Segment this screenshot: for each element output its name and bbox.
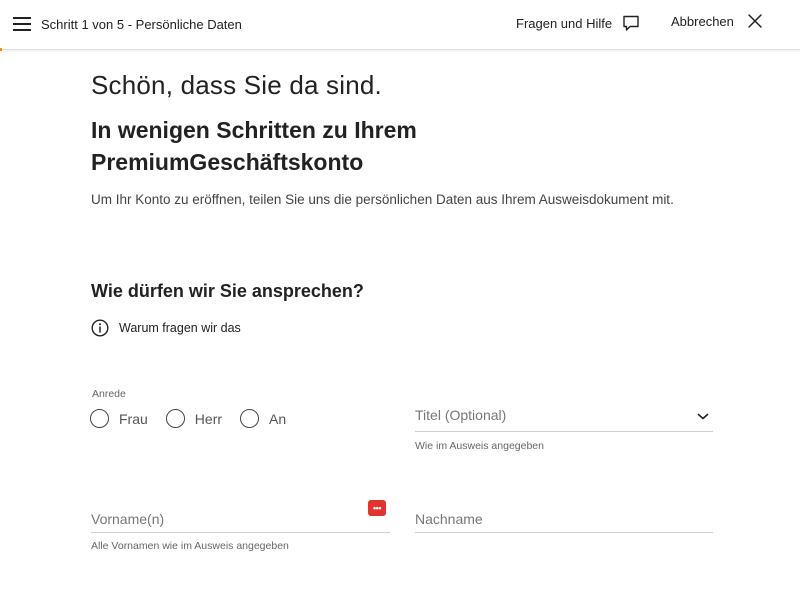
radio-label: An <box>269 410 287 427</box>
salutation-option-herr[interactable]: Herr <box>165 409 223 428</box>
close-icon <box>748 14 762 28</box>
step-title: Schritt 1 von 5 - Persönliche Daten <box>41 17 242 32</box>
last-name-input[interactable] <box>415 508 713 530</box>
first-name-field <box>91 508 390 533</box>
menu-line <box>13 29 31 31</box>
salutation-option-frau[interactable]: Frau <box>90 409 148 428</box>
radio-circle[interactable] <box>165 409 185 428</box>
radio-label: Frau <box>119 410 148 427</box>
help-link[interactable]: Fragen und Hilfe <box>516 14 640 32</box>
first-name-input[interactable] <box>91 508 390 530</box>
cancel-link[interactable]: Abbrechen <box>671 13 763 29</box>
salutation-radio-group: Frau Herr An <box>90 409 304 428</box>
hamburger-menu-icon[interactable] <box>13 16 31 32</box>
title-select[interactable]: Titel (Optional) <box>415 407 713 432</box>
last-name-field <box>415 508 713 533</box>
title-select-placeholder: Titel (Optional) <box>415 407 507 423</box>
why-ask-label: Warum fragen wir das <box>119 321 241 335</box>
help-label: Fragen und Hilfe <box>516 15 613 31</box>
radio-circle[interactable] <box>240 409 260 428</box>
top-bar: Schritt 1 von 5 - Persönliche Daten Frag… <box>0 0 800 50</box>
intro-text: Um Ihr Konto zu eröffnen, teilen Sie uns… <box>91 192 674 207</box>
chevron-down-icon <box>697 413 709 420</box>
title-hint: Wie im Ausweis angegeben <box>415 440 544 452</box>
cancel-label: Abbrechen <box>671 13 734 29</box>
radio-circle[interactable] <box>90 409 109 428</box>
info-icon <box>91 319 109 337</box>
password-manager-dots: ••• <box>373 502 381 513</box>
page-headline: In wenigen Schritten zu Ihrem PremiumGes… <box>91 117 417 175</box>
salutation-option-an[interactable]: An <box>240 409 286 428</box>
menu-line <box>13 17 31 19</box>
progress-accent <box>0 48 2 51</box>
menu-line <box>13 23 31 25</box>
welcome-heading: Schön, dass Sie da sind. <box>91 70 382 100</box>
why-ask-link[interactable]: Warum fragen wir das <box>91 319 241 337</box>
chat-bubble-icon <box>623 15 639 31</box>
password-manager-icon[interactable]: ••• <box>368 500 386 516</box>
first-name-hint: Alle Vornamen wie im Ausweis angegeben <box>91 540 289 552</box>
radio-label: Herr <box>194 410 223 427</box>
section-title: Wie dürfen wir Sie ansprechen? <box>91 281 364 301</box>
salutation-label: Anrede <box>92 388 126 400</box>
